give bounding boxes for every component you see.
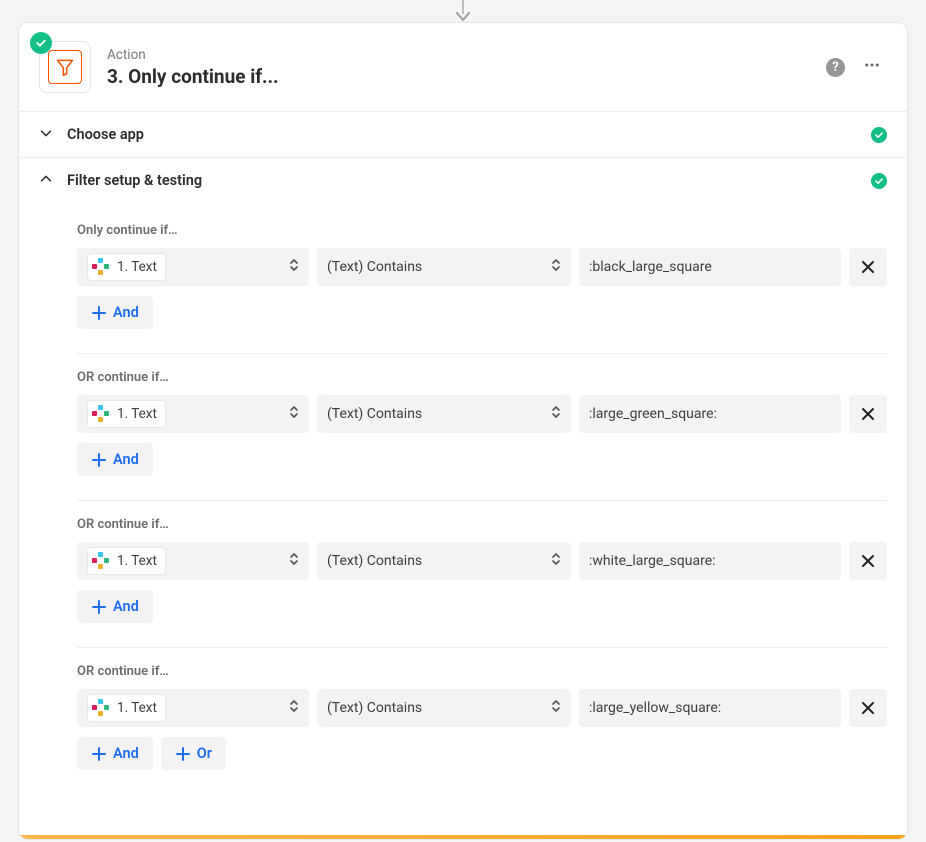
operator-select[interactable]: (Text) Contains (317, 395, 571, 433)
section-complete-icon (871, 127, 887, 143)
field-select[interactable]: 1. Text (77, 395, 309, 433)
divider (77, 353, 887, 354)
operator-text: (Text) Contains (327, 406, 422, 422)
filter-icon (48, 50, 82, 84)
section-complete-icon (871, 173, 887, 189)
slack-icon (91, 257, 111, 277)
button-label: And (113, 745, 139, 762)
operator-select[interactable]: (Text) Contains (317, 689, 571, 727)
check-badge-icon (30, 32, 52, 54)
button-label: And (113, 451, 139, 468)
add-and-button[interactable]: And (77, 590, 153, 623)
remove-condition-button[interactable] (849, 689, 887, 727)
app-icon-container (39, 41, 91, 93)
field-text: 1. Text (117, 259, 157, 275)
select-arrows-icon (289, 404, 299, 424)
group-label: OR continue if… (77, 664, 887, 679)
field-text: 1. Text (117, 700, 157, 716)
group-label: OR continue if… (77, 517, 887, 532)
field-select[interactable]: 1. Text (77, 542, 309, 580)
select-arrows-icon (289, 257, 299, 277)
select-arrows-icon (289, 551, 299, 571)
chevron-down-icon (39, 125, 53, 144)
value-text: :black_large_square (589, 259, 712, 275)
operator-text: (Text) Contains (327, 553, 422, 569)
connector-arrow (456, 0, 470, 22)
add-and-button[interactable]: And (77, 737, 153, 770)
group-label: OR continue if… (77, 370, 887, 385)
value-input[interactable]: :large_yellow_square: (579, 689, 841, 727)
divider (77, 647, 887, 648)
add-and-button[interactable]: And (77, 296, 153, 329)
field-select[interactable]: 1. Text (77, 689, 309, 727)
section-label: Filter setup & testing (67, 172, 857, 189)
condition-row: 1. Text (Text) Contains :white_large_squ… (77, 542, 887, 580)
plus-icon (91, 452, 107, 468)
section-label: Choose app (67, 126, 857, 143)
condition-row: 1. Text (Text) Contains :large_yellow_sq… (77, 689, 887, 727)
section-filter-setup[interactable]: Filter setup & testing (19, 157, 907, 203)
plus-icon (175, 746, 191, 762)
operator-select[interactable]: (Text) Contains (317, 248, 571, 286)
condition-row: 1. Text (Text) Contains :black_large_squ… (77, 248, 887, 286)
operator-text: (Text) Contains (327, 700, 422, 716)
select-arrows-icon (289, 698, 299, 718)
slack-icon (91, 551, 111, 571)
help-icon[interactable]: ? (826, 58, 845, 77)
operator-text: (Text) Contains (327, 259, 422, 275)
slack-icon (91, 698, 111, 718)
slack-icon (91, 404, 111, 424)
button-label: Or (197, 745, 212, 762)
more-menu-icon[interactable] (859, 52, 885, 82)
value-text: :large_green_square: (589, 406, 717, 422)
condition-row: 1. Text (Text) Contains :large_green_squ… (77, 395, 887, 433)
remove-condition-button[interactable] (849, 395, 887, 433)
select-arrows-icon (551, 257, 561, 277)
remove-condition-button[interactable] (849, 248, 887, 286)
value-text: :white_large_square: (589, 553, 716, 569)
button-label: And (113, 598, 139, 615)
plus-icon (91, 746, 107, 762)
add-and-button[interactable]: And (77, 443, 153, 476)
section-choose-app[interactable]: Choose app (19, 111, 907, 157)
close-icon (860, 553, 876, 569)
field-select[interactable]: 1. Text (77, 248, 309, 286)
plus-icon (91, 305, 107, 321)
field-text: 1. Text (117, 406, 157, 422)
value-input[interactable]: :large_green_square: (579, 395, 841, 433)
close-icon (860, 406, 876, 422)
chevron-up-icon (39, 171, 53, 190)
field-text: 1. Text (117, 553, 157, 569)
remove-condition-button[interactable] (849, 542, 887, 580)
bottom-accent-bar (19, 835, 907, 839)
filter-body: Only continue if… 1. Text (Text) Contain… (19, 203, 907, 770)
close-icon (860, 259, 876, 275)
plus-icon (91, 599, 107, 615)
add-or-button[interactable]: Or (161, 737, 226, 770)
value-text: :large_yellow_square: (589, 700, 721, 716)
step-title: 3. Only continue if... (107, 65, 810, 88)
value-input[interactable]: :black_large_square (579, 248, 841, 286)
close-icon (860, 700, 876, 716)
card-header: Action 3. Only continue if... ? (19, 23, 907, 111)
divider (77, 500, 887, 501)
button-label: And (113, 304, 139, 321)
operator-select[interactable]: (Text) Contains (317, 542, 571, 580)
step-type-label: Action (107, 47, 810, 63)
select-arrows-icon (551, 551, 561, 571)
value-input[interactable]: :white_large_square: (579, 542, 841, 580)
select-arrows-icon (551, 404, 561, 424)
group-label: Only continue if… (77, 223, 887, 238)
select-arrows-icon (551, 698, 561, 718)
filter-step-card: Action 3. Only continue if... ? Choose a… (18, 22, 908, 840)
